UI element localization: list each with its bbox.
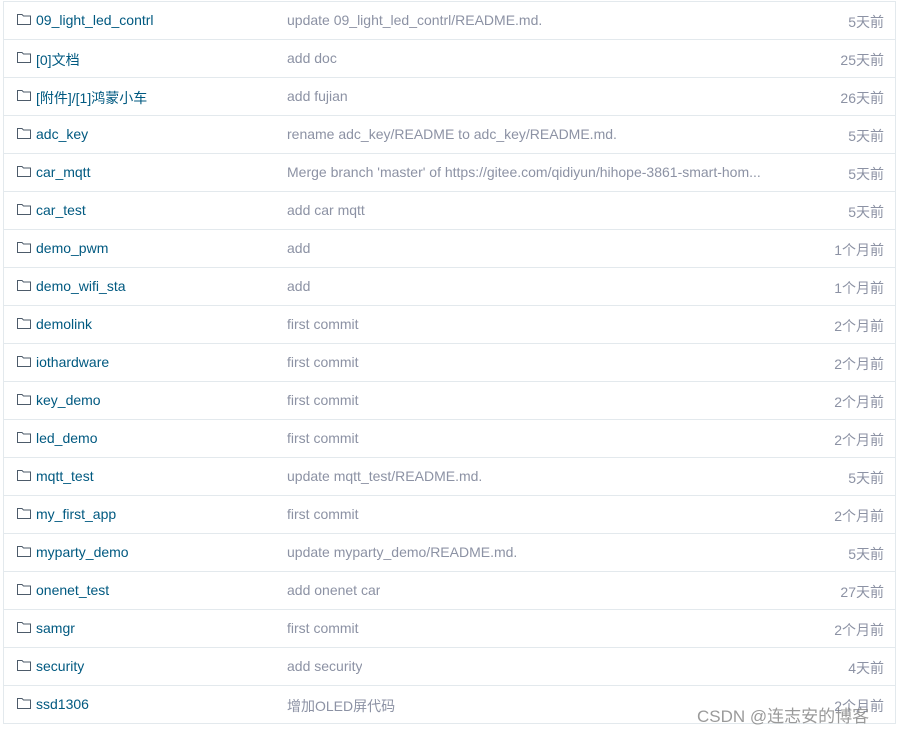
folder-link[interactable]: mqtt_test — [36, 468, 94, 484]
commit-time: 5天前 — [848, 204, 884, 220]
folder-icon — [17, 660, 31, 671]
table-row: 09_light_led_contrl update 09_light_led_… — [4, 2, 895, 40]
folder-link[interactable]: security — [36, 658, 84, 674]
commit-message-link[interactable]: update myparty_demo/README.md. — [287, 544, 517, 560]
commit-time: 1个月前 — [834, 280, 884, 296]
commit-time: 1个月前 — [834, 242, 884, 258]
folder-link[interactable]: [0]文档 — [36, 50, 80, 70]
commit-time: 5天前 — [848, 14, 884, 30]
table-row: led_demo first commit 2个月前 — [4, 420, 895, 458]
commit-message-link[interactable]: update mqtt_test/README.md. — [287, 468, 482, 484]
folder-icon — [17, 204, 31, 215]
commit-time: 5天前 — [848, 128, 884, 144]
folder-link[interactable]: car_test — [36, 202, 86, 218]
commit-time: 5天前 — [848, 470, 884, 486]
table-row: adc_key rename adc_key/README to adc_key… — [4, 116, 895, 154]
table-row: samgr first commit 2个月前 — [4, 610, 895, 648]
folder-link[interactable]: myparty_demo — [36, 544, 129, 560]
folder-link[interactable]: demo_pwm — [36, 240, 108, 256]
watermark: CSDN @连志安的博客 — [697, 707, 870, 726]
commit-message-link[interactable]: add security — [287, 658, 362, 674]
folder-icon — [17, 280, 31, 291]
commit-message-link[interactable]: update 09_light_led_contrl/README.md. — [287, 12, 542, 28]
folder-link[interactable]: iothardware — [36, 354, 109, 370]
commit-message-link[interactable]: rename adc_key/README to adc_key/README.… — [287, 126, 617, 142]
table-row: [0]文档 add doc 25天前 — [4, 40, 895, 78]
commit-message-link[interactable]: first commit — [287, 316, 359, 332]
folder-icon — [17, 242, 31, 253]
table-row: mqtt_test update mqtt_test/README.md. 5天… — [4, 458, 895, 496]
table-row: car_test add car mqtt 5天前 — [4, 192, 895, 230]
folder-link[interactable]: demo_wifi_sta — [36, 278, 126, 294]
folder-link[interactable]: samgr — [36, 620, 75, 636]
folder-link[interactable]: adc_key — [36, 126, 88, 142]
commit-message-link[interactable]: add onenet car — [287, 582, 380, 598]
folder-link[interactable]: demolink — [36, 316, 92, 332]
table-row: [附件]/[1]鸿蒙小车 add fujian 26天前 — [4, 78, 895, 116]
commit-time: 27天前 — [840, 584, 884, 600]
commit-time: 25天前 — [840, 52, 884, 68]
commit-time: 2个月前 — [834, 622, 884, 638]
commit-message-link[interactable]: 增加OLED屏代码 — [287, 696, 395, 716]
commit-time: 26天前 — [840, 90, 884, 106]
folder-icon — [17, 622, 31, 633]
folder-icon — [17, 14, 31, 25]
table-row: my_first_app first commit 2个月前 — [4, 496, 895, 534]
commit-time: 2个月前 — [834, 432, 884, 448]
folder-link[interactable]: [附件]/[1]鸿蒙小车 — [36, 88, 147, 108]
commit-message-link[interactable]: first commit — [287, 392, 359, 408]
folder-icon — [17, 698, 31, 709]
commit-time: 2个月前 — [834, 394, 884, 410]
folder-link[interactable]: led_demo — [36, 430, 98, 446]
commit-message-link[interactable]: add doc — [287, 50, 337, 66]
folder-icon — [17, 356, 31, 367]
commit-message-link[interactable]: add car mqtt — [287, 202, 365, 218]
table-row: demolink first commit 2个月前 — [4, 306, 895, 344]
folder-link[interactable]: car_mqtt — [36, 164, 90, 180]
commit-message-link[interactable]: first commit — [287, 506, 359, 522]
commit-time: 2个月前 — [834, 508, 884, 524]
folder-icon — [17, 508, 31, 519]
commit-message-link[interactable]: add — [287, 278, 310, 294]
folder-icon — [17, 90, 31, 101]
folder-link[interactable]: my_first_app — [36, 506, 116, 522]
folder-icon — [17, 128, 31, 139]
table-row: security add security 4天前 — [4, 648, 895, 686]
folder-icon — [17, 52, 31, 63]
commit-time: 5天前 — [848, 166, 884, 182]
folder-icon — [17, 470, 31, 481]
commit-message-link[interactable]: first commit — [287, 430, 359, 446]
commit-message-link[interactable]: first commit — [287, 620, 359, 636]
folder-icon — [17, 584, 31, 595]
commit-message-link[interactable]: add fujian — [287, 88, 348, 104]
commit-message-link[interactable]: Merge branch 'master' of https://gitee.c… — [287, 164, 761, 180]
folder-link[interactable]: onenet_test — [36, 582, 109, 598]
folder-icon — [17, 318, 31, 329]
table-row: demo_pwm add 1个月前 — [4, 230, 895, 268]
commit-time: 5天前 — [848, 546, 884, 562]
commit-time: 2个月前 — [834, 356, 884, 372]
table-row: iothardware first commit 2个月前 — [4, 344, 895, 382]
folder-link[interactable]: key_demo — [36, 392, 101, 408]
table-row: car_mqtt Merge branch 'master' of https:… — [4, 154, 895, 192]
table-row: key_demo first commit 2个月前 — [4, 382, 895, 420]
folder-link[interactable]: 09_light_led_contrl — [36, 12, 154, 28]
table-row: myparty_demo update myparty_demo/README.… — [4, 534, 895, 572]
file-list: 09_light_led_contrl update 09_light_led_… — [3, 1, 896, 724]
folder-link[interactable]: ssd1306 — [36, 696, 89, 712]
commit-time: 2个月前 — [834, 318, 884, 334]
folder-icon — [17, 546, 31, 557]
folder-icon — [17, 166, 31, 177]
commit-message-link[interactable]: add — [287, 240, 310, 256]
commit-time: 4天前 — [848, 660, 884, 676]
commit-message-link[interactable]: first commit — [287, 354, 359, 370]
folder-icon — [17, 394, 31, 405]
table-row: onenet_test add onenet car 27天前 — [4, 572, 895, 610]
table-row: demo_wifi_sta add 1个月前 — [4, 268, 895, 306]
folder-icon — [17, 432, 31, 443]
